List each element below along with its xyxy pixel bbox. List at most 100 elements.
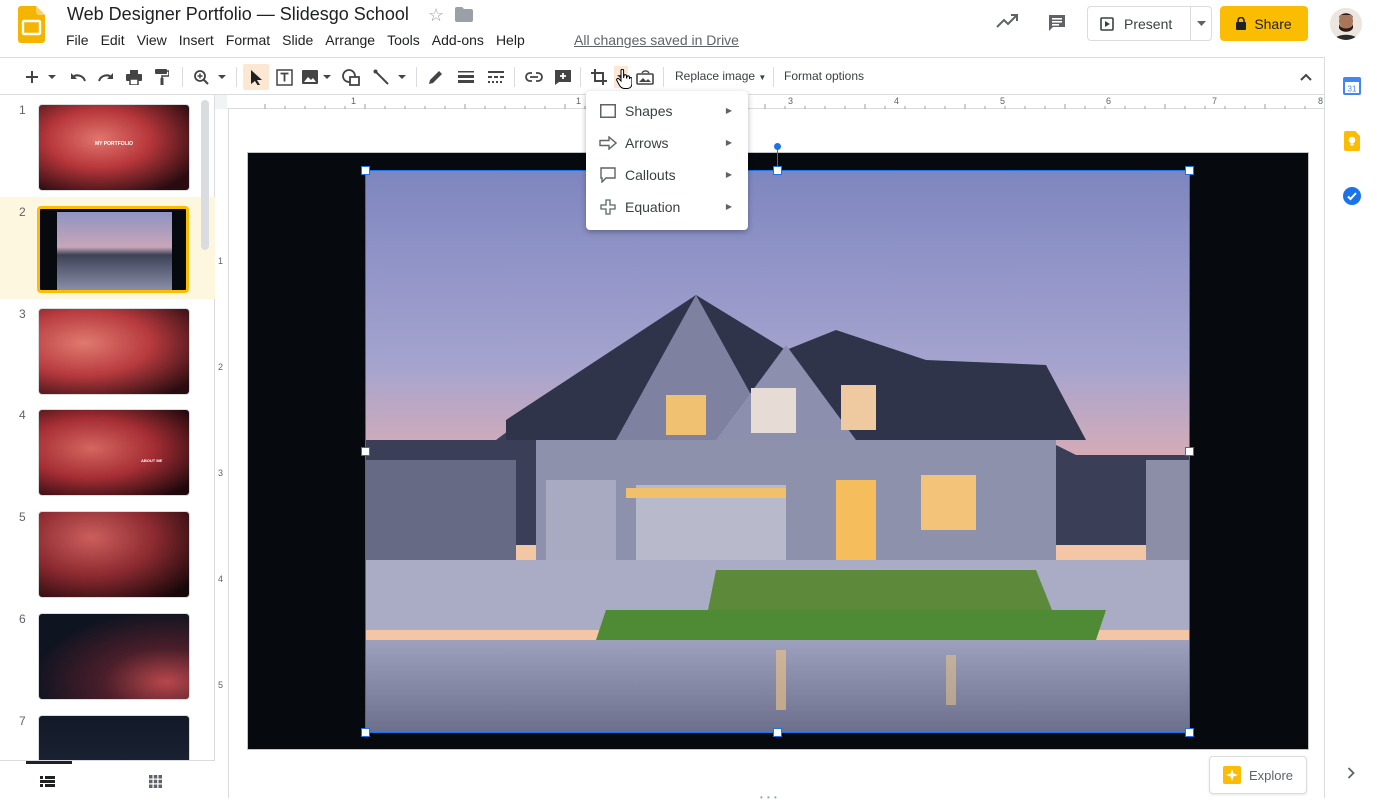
menu-insert[interactable]: Insert	[173, 31, 220, 49]
line-icon[interactable]	[370, 66, 392, 88]
grid-view-icon[interactable]	[149, 775, 162, 788]
explore-button[interactable]: Explore	[1209, 756, 1307, 794]
menu-slide[interactable]: Slide	[276, 31, 319, 49]
house-photo-thumbnail	[57, 212, 172, 290]
border-dash-icon[interactable]	[485, 66, 507, 88]
trending-icon[interactable]	[996, 14, 1018, 28]
slide-number: 7	[19, 714, 26, 728]
filmstrip-scrollbar[interactable]	[201, 100, 209, 250]
paint-format-icon[interactable]	[152, 66, 172, 88]
slide-thumbnail-row[interactable]: 4 ABOUT ME	[0, 400, 200, 496]
slide-number: 3	[19, 307, 26, 321]
line-dropdown-icon[interactable]	[394, 66, 410, 88]
horizontal-ruler[interactable]: 1 1 2 3 4 5 6 7 8 9	[227, 95, 1324, 109]
submenu-arrow-icon: ▶	[725, 170, 732, 179]
avatar[interactable]	[1330, 8, 1362, 40]
calendar-icon[interactable]: 31	[1343, 77, 1361, 95]
text-box-icon[interactable]	[273, 66, 295, 88]
menu-addons[interactable]: Add-ons	[426, 31, 490, 49]
slide-thumbnail[interactable]	[37, 206, 189, 293]
slide-number: 2	[19, 205, 26, 219]
collapse-toolbar-icon[interactable]	[1296, 66, 1316, 88]
folder-icon[interactable]	[455, 7, 473, 22]
vertical-ruler[interactable]: 1 2 3 4 5	[215, 109, 229, 798]
toolbar: Replace image ▼ Format options	[0, 57, 1324, 95]
present-button[interactable]: Present	[1087, 6, 1191, 41]
resize-handle-w[interactable]	[361, 447, 370, 456]
slide-thumbnail-row[interactable]: 3	[0, 299, 200, 395]
resize-handle-nw[interactable]	[361, 166, 370, 175]
shape-icon[interactable]	[340, 66, 362, 88]
slide-thumbnail-row[interactable]: 6	[0, 604, 200, 700]
keep-icon[interactable]	[1344, 131, 1360, 151]
resize-handle-n[interactable]	[773, 166, 782, 175]
replace-image-button[interactable]: Replace image ▼	[675, 69, 766, 83]
menu-item-arrows[interactable]: Arrows ▶	[586, 127, 748, 159]
slide-thumbnail[interactable]	[38, 715, 190, 765]
comment-icon[interactable]	[1047, 13, 1067, 33]
border-weight-icon[interactable]	[455, 66, 477, 88]
new-slide-dropdown-icon[interactable]	[44, 66, 60, 88]
undo-icon[interactable]	[68, 66, 88, 88]
ruler-label: 4	[218, 574, 224, 584]
slide-thumbnail-row[interactable]: 2	[0, 197, 200, 293]
slide-number: 4	[19, 408, 26, 422]
menu-edit[interactable]: Edit	[95, 31, 131, 49]
resize-handle-se[interactable]	[1185, 728, 1194, 737]
menu-item-callouts[interactable]: Callouts ▶	[586, 159, 748, 191]
slide-thumbnail[interactable]: MY PORTFOLIO	[38, 104, 190, 191]
slide-thumbnail-row[interactable]: 1 MY PORTFOLIO	[0, 95, 200, 191]
slide-thumbnail-row[interactable]: 5	[0, 502, 200, 598]
menu-format[interactable]: Format	[220, 31, 276, 49]
house-photo[interactable]	[366, 170, 1190, 733]
menu-item-label: Equation	[625, 199, 681, 215]
chevron-right-icon[interactable]	[1347, 767, 1355, 779]
ruler-label: 5	[1000, 96, 1006, 106]
slide-thumbnail[interactable]	[38, 511, 190, 598]
resize-handle-sw[interactable]	[361, 728, 370, 737]
ruler-label: 7	[1212, 96, 1218, 106]
format-options-button[interactable]: Format options	[784, 69, 864, 83]
print-icon[interactable]	[124, 66, 144, 88]
slide-thumbnail[interactable]	[38, 308, 190, 395]
comment-add-icon[interactable]	[552, 66, 574, 88]
redo-icon[interactable]	[96, 66, 116, 88]
current-slide[interactable]	[247, 152, 1309, 750]
zoom-dropdown-icon[interactable]	[214, 66, 230, 88]
zoom-icon[interactable]	[191, 66, 211, 88]
menu-view[interactable]: View	[131, 31, 173, 49]
document-title[interactable]: Web Designer Portfolio — Slidesgo School	[67, 4, 409, 25]
image-icon[interactable]	[300, 66, 320, 88]
slide-number: 1	[19, 103, 26, 117]
menu-item-equation[interactable]: Equation ▶	[586, 191, 748, 223]
square-icon	[599, 102, 617, 120]
select-tool-icon[interactable]	[243, 64, 269, 90]
slide-thumbnail[interactable]	[38, 613, 190, 700]
view-toggle-bar	[0, 760, 215, 798]
ruler-label: 5	[218, 680, 224, 690]
border-color-icon[interactable]	[426, 66, 446, 88]
filmstrip-view-icon[interactable]	[40, 776, 55, 787]
share-button[interactable]: Share	[1220, 6, 1308, 41]
slide-thumbnail[interactable]: ABOUT ME	[38, 409, 190, 496]
resize-handle-ne[interactable]	[1185, 166, 1194, 175]
menu-help[interactable]: Help	[490, 31, 531, 49]
resize-handle-e[interactable]	[1185, 447, 1194, 456]
rotation-handle[interactable]	[774, 143, 781, 150]
crop-icon[interactable]	[588, 66, 610, 88]
star-icon[interactable]: ☆	[428, 5, 444, 26]
menu-item-shapes[interactable]: Shapes ▶	[586, 95, 748, 127]
menu-arrange[interactable]: Arrange	[319, 31, 381, 49]
image-dropdown-icon[interactable]	[320, 66, 334, 88]
ruler-label: 3	[788, 96, 794, 106]
tasks-icon[interactable]	[1343, 187, 1361, 205]
present-dropdown-button[interactable]	[1190, 6, 1212, 41]
resize-handle-s[interactable]	[773, 728, 782, 737]
new-slide-icon[interactable]	[22, 66, 42, 88]
reset-image-icon[interactable]	[634, 66, 656, 88]
menu-tools[interactable]: Tools	[381, 31, 426, 49]
save-status-link[interactable]: All changes saved in Drive	[574, 32, 739, 48]
link-icon[interactable]	[523, 66, 545, 88]
slides-logo-icon[interactable]	[18, 6, 45, 43]
menu-file[interactable]: File	[60, 31, 95, 49]
